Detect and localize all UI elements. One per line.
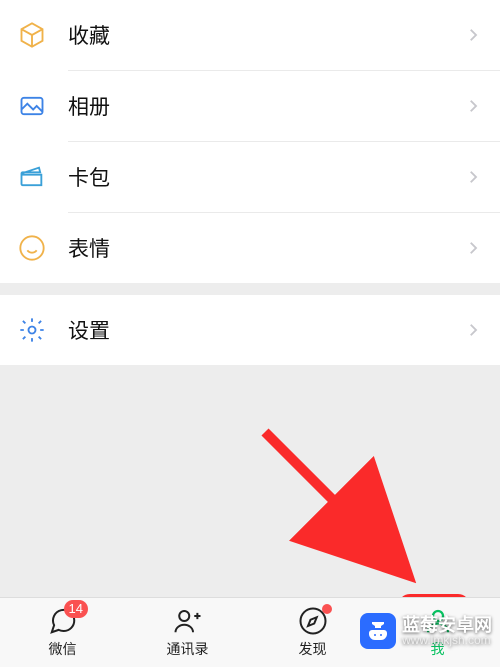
wallet-icon [18, 163, 46, 191]
chevron-right-icon [464, 321, 482, 339]
tab-label: 发现 [299, 639, 327, 659]
menu-album[interactable]: 相册 [0, 71, 500, 141]
tab-label: 我 [431, 639, 445, 659]
menu-label: 相册 [68, 91, 464, 121]
menu-label: 卡包 [68, 162, 464, 192]
menu-label: 表情 [68, 233, 464, 263]
tab-label: 微信 [49, 639, 77, 659]
chevron-right-icon [464, 239, 482, 257]
tab-contacts[interactable]: 通讯录 [125, 598, 250, 667]
contact-icon [173, 606, 203, 636]
tab-badge: 14 [64, 600, 88, 618]
tab-discover[interactable]: 发现 [250, 598, 375, 667]
tabbar: 14 微信 通讯录 发现 我 [0, 597, 500, 667]
menu-label: 设置 [68, 315, 464, 345]
person-icon [423, 606, 453, 636]
menu-section-2: 设置 [0, 295, 500, 365]
smile-icon [18, 234, 46, 262]
photo-icon [18, 92, 46, 120]
cube-icon [18, 21, 46, 49]
tab-me[interactable]: 我 [375, 598, 500, 667]
chevron-right-icon [464, 26, 482, 44]
tab-label: 通讯录 [167, 639, 209, 659]
chevron-right-icon [464, 97, 482, 115]
menu-label: 收藏 [68, 20, 464, 50]
tab-dot [322, 604, 332, 614]
gear-icon [18, 316, 46, 344]
menu-favorites[interactable]: 收藏 [0, 0, 500, 70]
chevron-right-icon [464, 168, 482, 186]
menu-settings[interactable]: 设置 [0, 295, 500, 365]
menu-section-1: 收藏 相册 卡包 表情 [0, 0, 500, 283]
compass-icon [298, 606, 328, 636]
menu-cards[interactable]: 卡包 [0, 142, 500, 212]
tab-chats[interactable]: 14 微信 [0, 598, 125, 667]
menu-stickers[interactable]: 表情 [0, 213, 500, 283]
chat-icon: 14 [48, 606, 78, 636]
